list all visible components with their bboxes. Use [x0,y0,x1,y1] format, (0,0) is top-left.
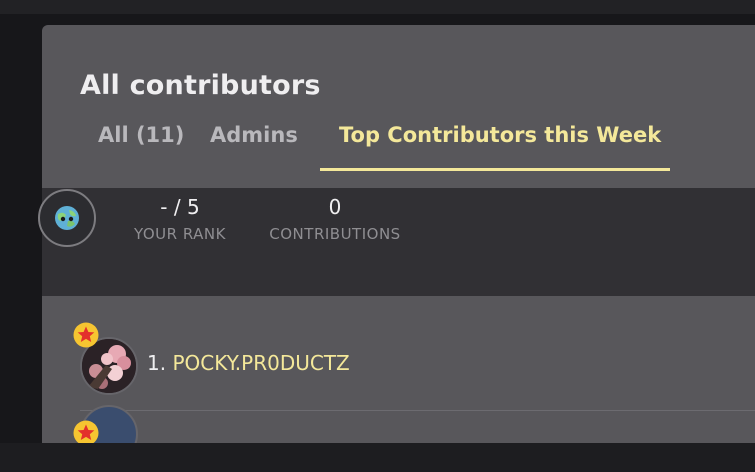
tab-all[interactable]: All (11) [98,123,184,147]
star-badge-icon [73,322,99,348]
your-rank-label: YOUR RANK [134,225,226,243]
contributor-tabs: All (11) Admins Top Contributors this We… [80,123,720,173]
your-rank-stat: - / 5 YOUR RANK [120,194,240,243]
contributions-stat: 0 CONTRIBUTIONS [255,194,415,243]
window-bottom-bar [0,443,755,472]
list-item[interactable]: 1. POCKY.PR0DUCTZ [42,322,755,410]
tab-admins[interactable]: Admins [210,123,298,147]
panel-title: All contributors [80,70,321,101]
row-divider [80,410,755,411]
contributor-username[interactable]: POCKY.PR0DUCTZ [172,351,349,375]
tab-top-contributors[interactable]: Top Contributors this Week [339,123,661,147]
contributor-name[interactable]: 1. POCKY.PR0DUCTZ [147,351,350,375]
globe-avatar-icon [55,206,79,230]
contributions-label: CONTRIBUTIONS [269,225,401,243]
your-rank-value: - / 5 [160,195,200,219]
my-avatar[interactable] [38,189,96,247]
contributor-rank: 1. [147,351,167,375]
active-tab-indicator [320,168,670,171]
contributions-value: 0 [328,195,342,219]
window-top-bar [0,0,755,14]
